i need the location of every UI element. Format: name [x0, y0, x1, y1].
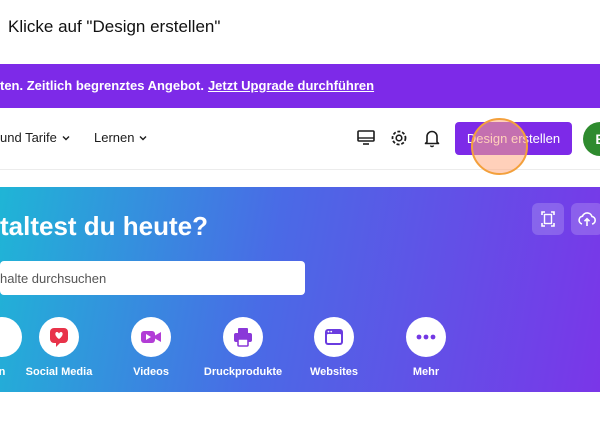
category-videos[interactable]: Videos — [111, 317, 191, 378]
click-highlight-marker — [471, 118, 528, 175]
category-mehr[interactable]: Mehr — [386, 317, 466, 378]
category-label: Videos — [133, 366, 169, 378]
bell-icon[interactable] — [420, 126, 444, 150]
chevron-down-icon — [62, 135, 70, 140]
category-label: Mehr — [412, 366, 440, 378]
upload-cloud-icon[interactable] — [571, 203, 600, 235]
nav-item-label: und Tarife — [0, 130, 57, 145]
printer-icon — [223, 317, 263, 357]
gear-icon[interactable] — [387, 126, 411, 150]
more-dots-icon — [406, 317, 446, 357]
hero-title: taltest du heute? — [0, 211, 209, 241]
category-social-media[interactable]: Social Media — [19, 317, 99, 378]
category-label: n — [0, 366, 6, 378]
category-druckprodukte[interactable]: Druckprodukte — [203, 317, 283, 378]
search-input[interactable] — [0, 261, 305, 295]
banner-message: ten. Zeitlich begrenztes Angebot. — [0, 78, 204, 93]
resize-icon[interactable] — [532, 203, 564, 235]
browser-window-icon — [314, 317, 354, 357]
video-camera-icon — [131, 317, 171, 357]
category-websites[interactable]: Websites — [294, 317, 374, 378]
nav-item-lernen[interactable]: Lernen — [94, 130, 148, 145]
instruction-text: Klicke auf "Design erstellen" — [8, 17, 221, 36]
nav-item-tarife[interactable]: und Tarife — [0, 130, 71, 145]
desktop-icon[interactable] — [354, 126, 378, 150]
heart-message-icon — [39, 317, 79, 357]
chevron-down-icon — [139, 135, 147, 140]
category-label: Druckprodukte — [203, 366, 283, 378]
nav-item-label: Lernen — [94, 130, 135, 145]
category-label: Websites — [309, 366, 359, 378]
hero-section: taltest du heute? n Social Media Videos … — [0, 187, 600, 392]
category-label: Social Media — [25, 366, 93, 378]
upgrade-link[interactable]: Jetzt Upgrade durchführen — [208, 78, 374, 93]
promo-banner: ten. Zeitlich begrenztes Angebot. Jetzt U… — [0, 64, 600, 108]
